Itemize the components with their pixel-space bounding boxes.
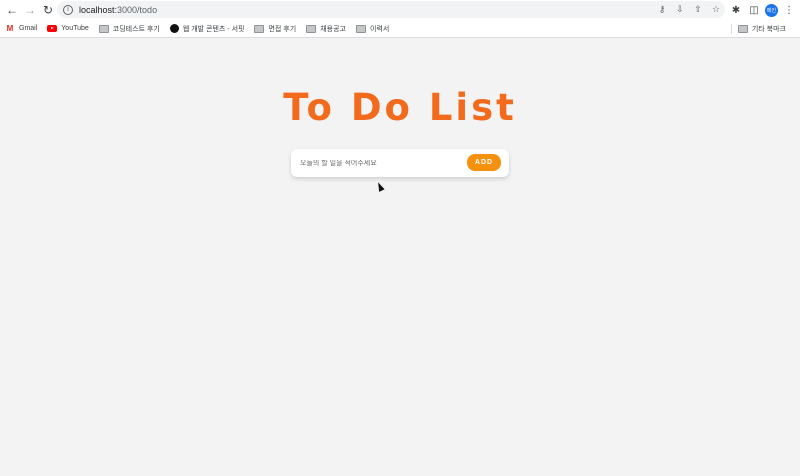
folder-icon: [306, 24, 317, 33]
url-text: localhost:3000/todo: [79, 4, 158, 15]
bookmark-other[interactable]: 기타 북마크: [730, 22, 796, 36]
folder-icon: [355, 24, 366, 33]
gmail-icon: M: [6, 24, 14, 33]
bookmark-coding-test[interactable]: 코딩테스트 후기: [98, 22, 160, 36]
mouse-cursor-icon: [375, 181, 385, 192]
bookmarks-bar: M Gmail YouTube 코딩테스트 후기 웹 개발 콘텐츠 - 서핏 면…: [0, 20, 800, 38]
folder-icon: [98, 24, 109, 33]
add-button[interactable]: ADD: [467, 154, 501, 171]
reload-icon[interactable]: ↻: [39, 1, 57, 19]
back-icon[interactable]: ←: [3, 1, 21, 19]
bookmark-resume[interactable]: 이력서: [355, 22, 389, 36]
bookmark-gmail[interactable]: M Gmail: [5, 22, 38, 36]
divider: [730, 24, 732, 34]
bookmark-surfit[interactable]: 웹 개발 콘텐츠 - 서핏: [169, 22, 244, 36]
todo-input[interactable]: [291, 159, 461, 167]
folder-icon: [737, 25, 748, 33]
side-panel-icon[interactable]: ◫: [747, 3, 761, 17]
profile-avatar[interactable]: 메인: [765, 3, 778, 17]
menu-icon[interactable]: ⋮: [782, 3, 796, 17]
extensions-icon[interactable]: ✱: [729, 3, 743, 17]
install-icon[interactable]: ⇩: [673, 3, 687, 17]
site-info-icon[interactable]: i: [63, 4, 73, 15]
bookmark-interview[interactable]: 면접 후기: [254, 22, 296, 36]
star-icon[interactable]: ☆: [709, 3, 723, 17]
key-icon[interactable]: ⚷: [655, 3, 669, 17]
address-bar[interactable]: i localhost:3000/todo ⚷ ⇩ ⇧ ☆: [57, 1, 725, 18]
todo-form: ADD: [291, 149, 509, 177]
browser-toolbar: ← → ↻ i localhost:3000/todo ⚷ ⇩ ⇧ ☆ ✱ ◫ …: [0, 0, 800, 20]
forward-icon[interactable]: →: [21, 1, 39, 19]
site-icon: [169, 24, 179, 33]
bookmark-jobs[interactable]: 채용공고: [306, 22, 346, 36]
folder-icon: [254, 24, 265, 33]
bookmark-youtube[interactable]: YouTube: [47, 22, 89, 36]
share-icon[interactable]: ⇧: [691, 3, 705, 17]
youtube-icon: [47, 25, 58, 32]
page-title: To Do List: [283, 86, 517, 129]
